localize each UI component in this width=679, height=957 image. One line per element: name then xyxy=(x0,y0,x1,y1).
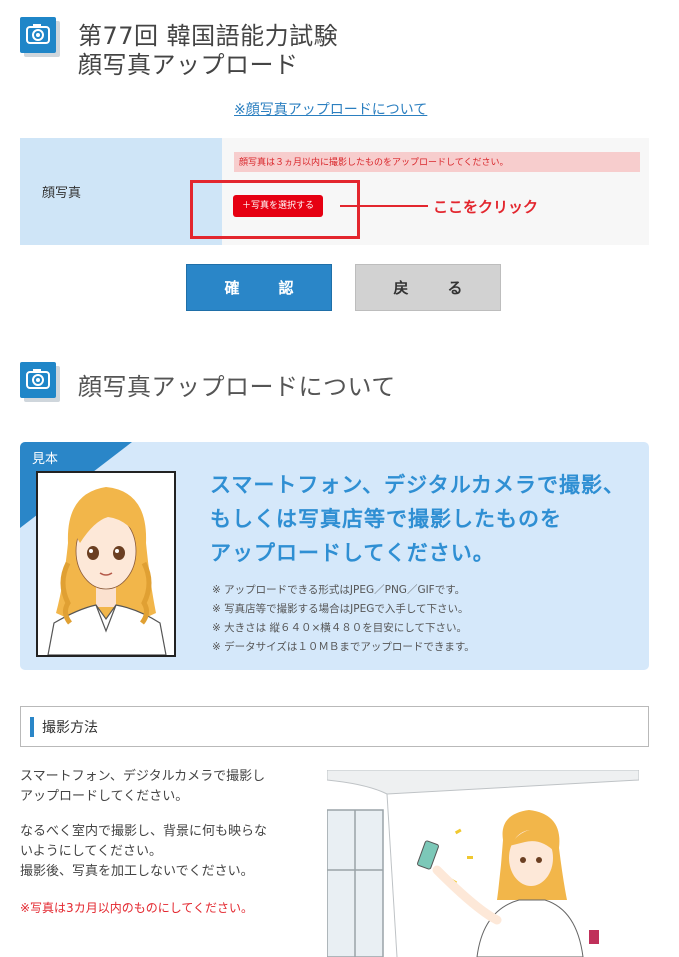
callout-line xyxy=(340,205,428,207)
shooting-method-header: 撮影方法 xyxy=(20,706,649,747)
camera-icon xyxy=(20,17,56,53)
sample-headline: スマートフォン、デジタルカメラで撮影、 もしくは写真店等で撮影したものを アップ… xyxy=(210,468,625,570)
confirm-button[interactable]: 確 認 xyxy=(186,264,332,311)
shooting-paragraph-2: なるべく室内で撮影し、背景に何も映らな いようにしてください。 撮影後、写真を加… xyxy=(20,822,267,882)
paragraph-line: 撮影後、写真を加工しないでください。 xyxy=(20,864,254,879)
paragraph-line: なるべく室内で撮影し、背景に何も映らな xyxy=(20,824,268,839)
paragraph-line: いようにしてください。 xyxy=(20,844,162,859)
upload-note: ※ データサイズは１０ＭＢまでアップロードできます。 xyxy=(212,641,475,653)
upload-notes: ※ アップロードできる形式はJPEG／PNG／GIFです。 ※ 写真店等で撮影す… xyxy=(212,581,475,657)
about-upload-link[interactable]: ※顔写真アップロードについて xyxy=(234,99,427,119)
photo-requirement-note: 顔写真は３ヵ月以内に撮影したものをアップロードしてください。 xyxy=(234,152,640,172)
page-title-line2: 顔写真アップロード xyxy=(78,51,299,79)
camera-icon xyxy=(20,362,56,398)
about-section-title: 顔写真アップロードについて xyxy=(78,373,396,401)
headline-line: もしくは写真店等で撮影したものを xyxy=(210,507,562,531)
shooting-method-title: 撮影方法 xyxy=(42,720,98,736)
headline-line: アップロードしてください。 xyxy=(210,541,495,565)
upload-note: ※ 写真店等で撮影する場合はJPEGで入手して下さい。 xyxy=(212,603,469,615)
photo-age-warning: ※写真は3カ月以内のものにしてください。 xyxy=(20,901,253,915)
paragraph-line: アップロードしてください。 xyxy=(20,789,189,804)
upload-note: ※ 大きさは 縦６４０×横４８０を目安にして下さい。 xyxy=(212,622,467,634)
sample-panel: 見本 スマートフォン、デジタルカメラで撮影、 もしくは写真店等で撮影したものを … xyxy=(20,442,649,670)
headline-line: スマートフォン、デジタルカメラで撮影、 xyxy=(210,473,626,497)
click-here-callout: ここをクリック xyxy=(433,198,539,216)
back-button[interactable]: 戻 る xyxy=(355,264,501,311)
sample-ribbon-label: 見本 xyxy=(32,452,59,467)
selfie-illustration xyxy=(327,770,639,957)
photo-field-label: 顔写真 xyxy=(42,186,82,201)
page-title: 第77回 韓国語能力試験 顔写真アップロード xyxy=(78,22,338,80)
select-photo-button[interactable]: ＋写真を選択する xyxy=(233,195,323,217)
section-accent-bar xyxy=(30,717,34,737)
sample-portrait-image xyxy=(36,471,176,657)
paragraph-line: スマートフォン、デジタルカメラで撮影し xyxy=(20,769,266,784)
shooting-paragraph-1: スマートフォン、デジタルカメラで撮影し アップロードしてください。 xyxy=(20,767,265,807)
page-title-line1: 第77回 韓国語能力試験 xyxy=(78,22,339,50)
upload-note: ※ アップロードできる形式はJPEG／PNG／GIFです。 xyxy=(212,584,466,596)
